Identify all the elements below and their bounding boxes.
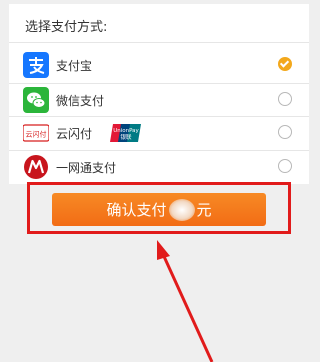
pointer-arrow-icon <box>157 240 214 362</box>
